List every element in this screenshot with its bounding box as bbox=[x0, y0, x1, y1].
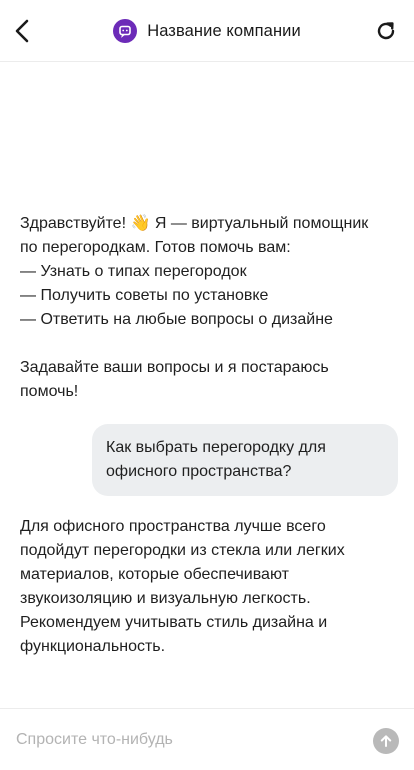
send-button[interactable] bbox=[373, 728, 399, 754]
message-input[interactable] bbox=[16, 727, 356, 753]
header-title-group: Название компании bbox=[0, 19, 414, 43]
message-line: Для офисного пространства лучше всего bbox=[20, 518, 326, 535]
reload-icon bbox=[377, 22, 395, 40]
message-line: функциональность. bbox=[20, 638, 166, 655]
message-line: — Ответить на любые вопросы о дизайне bbox=[20, 311, 333, 328]
chat-screen: Название компании Здравствуйте! 👋 Я — ви… bbox=[0, 0, 414, 770]
page-title: Название компании bbox=[147, 21, 301, 40]
chat-header: Название компании bbox=[0, 0, 414, 62]
bot-message-answer: Для офисного пространства лучше всего по… bbox=[20, 515, 400, 659]
message-composer bbox=[0, 708, 414, 770]
message-line: звукоизоляцию и визуальную легкость. bbox=[20, 590, 311, 607]
user-message-bubble: Как выбрать перегородку для офисного про… bbox=[92, 424, 398, 496]
message-list[interactable]: Здравствуйте! 👋 Я — виртуальный помощник… bbox=[0, 62, 414, 708]
message-line: Здравствуйте! 👋 Я — виртуальный помощник bbox=[20, 215, 369, 232]
message-line: — Получить советы по установке bbox=[20, 287, 269, 304]
bot-message-greeting: Здравствуйте! 👋 Я — виртуальный помощник… bbox=[20, 212, 400, 404]
message-line: Рекомендуем учитывать стиль дизайна и bbox=[20, 614, 328, 631]
reload-button[interactable] bbox=[374, 19, 398, 43]
message-line: подойдут перегородки из стекла или легки… bbox=[20, 542, 345, 559]
message-line: материалов, которые обеспечивают bbox=[20, 566, 289, 583]
chat-bot-icon bbox=[113, 19, 138, 43]
message-line: помочь! bbox=[20, 383, 79, 400]
message-line: по перегородкам. Готов помочь вам: bbox=[20, 239, 291, 256]
arrow-up-icon bbox=[380, 735, 392, 747]
message-line: Как выбрать перегородку для bbox=[106, 439, 326, 456]
message-line: — Узнать о типах перегородок bbox=[20, 263, 247, 280]
message-line: Задавайте ваши вопросы и я постараюсь bbox=[20, 359, 329, 376]
message-line: офисного пространства? bbox=[106, 463, 292, 480]
